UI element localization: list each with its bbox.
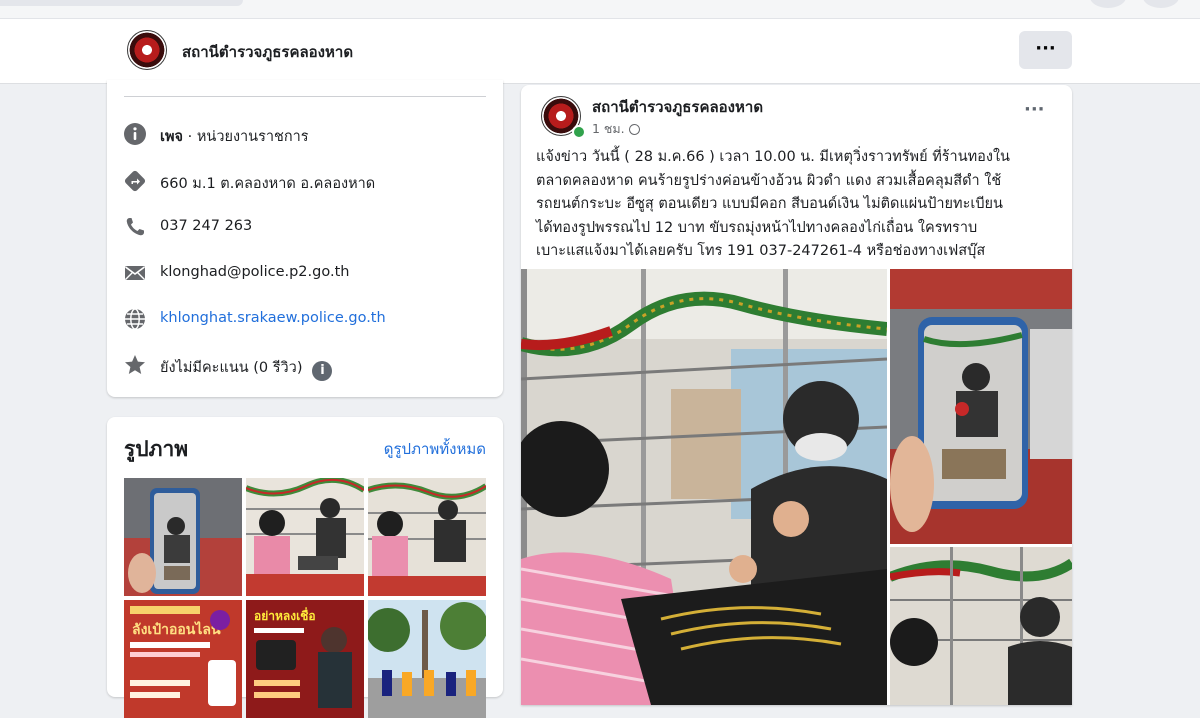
rating-text: ยังไม่มีคะแนน (0 รีวิว)	[160, 360, 303, 376]
post-photo-secondary[interactable]	[890, 269, 1072, 544]
email-row: klonghad@police.p2.go.th	[123, 260, 493, 286]
post-meta: 1 ชม.	[592, 119, 640, 139]
post-text-line: ตลาดคลองหาด คนร้ายรูปร่างค่อนข้างอ้วน ผิ…	[536, 172, 1002, 189]
website-row: khlonghat.srakaew.police.go.th	[123, 306, 493, 332]
page-header: สถานีตำรวจภูธรคลองหาด ···	[0, 19, 1200, 84]
intro-card: เพจ · หน่วยงานราชการ 660 ม.1 ต.คลองหาด อ…	[107, 80, 503, 397]
nav-button[interactable]	[1143, 0, 1179, 8]
star-icon	[123, 353, 147, 377]
photo-thumbnail[interactable]	[368, 478, 486, 596]
post-card: สถานีตำรวจภูธรคลองหาด 1 ชม. ··· แจ้งข่าว…	[521, 85, 1072, 705]
envelope-icon	[123, 261, 147, 285]
post-text: แจ้งข่าว วันนี้ ( 28 ม.ค.66 ) เวลา 10.00…	[536, 146, 1061, 264]
post-text-line: ได้ทองรูปพรรณไป 12 บาท ขับรถมุ่งหน้าไปทา…	[536, 219, 978, 236]
search-bar[interactable]	[0, 0, 243, 6]
photos-heading: รูปภาพ	[124, 437, 189, 461]
rating-row: ยังไม่มีคะแนน (0 รีวิว) i	[123, 352, 493, 381]
nav-button[interactable]	[1090, 0, 1126, 8]
post-options-button[interactable]: ···	[1024, 99, 1045, 120]
page-title[interactable]: สถานีตำรวจภูธรคลองหาด	[182, 40, 353, 64]
phone-row: 037 247 263	[123, 214, 493, 240]
category-label: เพจ	[160, 129, 184, 145]
post-text-line: เบาะแสแจ้งมาได้เลยครับ โทร 191 037-24726…	[536, 243, 986, 260]
poster-title: อย่าหลงเชื่อ	[254, 607, 316, 623]
poster-title: ลังเป๋าออนไลน์	[132, 620, 221, 638]
page-logo[interactable]	[127, 30, 167, 70]
photo-thumbnail[interactable]: อย่าหลงเชื่อ	[246, 600, 364, 718]
photo-thumbnail[interactable]: ลังเป๋าออนไลน์	[124, 600, 242, 718]
info-icon	[123, 122, 147, 146]
email-text[interactable]: klonghad@police.p2.go.th	[160, 264, 349, 280]
post-author-name[interactable]: สถานีตำรวจภูธรคลองหาด	[592, 95, 763, 119]
photo-thumbnail[interactable]	[246, 478, 364, 596]
see-all-photos-link[interactable]: ดูรูปภาพทั้งหมด	[384, 437, 486, 461]
photos-card: รูปภาพ ดูรูปภาพทั้งหมด ลังเป๋าออนไลน์ อย…	[107, 417, 503, 718]
globe-icon	[628, 124, 640, 135]
photo-thumbnail[interactable]	[124, 478, 242, 596]
category-value: · หน่วยงานราชการ	[183, 129, 309, 145]
post-timestamp[interactable]: 1 ชม.	[592, 121, 625, 136]
post-photo-main[interactable]	[521, 269, 887, 705]
phone-icon	[123, 215, 147, 239]
post-text-line: รถยนต์กระบะ อีซูสุ ตอนเดียว แบบมีคอก สีบ…	[536, 196, 1003, 213]
more-options-button[interactable]: ···	[1019, 31, 1072, 69]
top-navigation-bar	[0, 0, 1200, 19]
category-row: เพจ · หน่วยงานราชการ	[123, 121, 493, 147]
post-text-line: แจ้งข่าว วันนี้ ( 28 ม.ค.66 ) เวลา 10.00…	[536, 149, 1010, 165]
rating-info-icon[interactable]: i	[312, 361, 333, 381]
globe-icon	[123, 307, 147, 331]
post-photo-tertiary[interactable]	[890, 547, 1072, 705]
directions-icon	[123, 169, 147, 193]
phone-text[interactable]: 037 247 263	[160, 218, 252, 234]
online-status-dot	[572, 125, 586, 139]
website-link[interactable]: khlonghat.srakaew.police.go.th	[160, 310, 386, 326]
photo-thumbnail[interactable]	[368, 600, 486, 718]
divider	[124, 96, 486, 97]
address-text: 660 ม.1 ต.คลองหาด อ.คลองหาด	[160, 176, 376, 192]
address-row: 660 ม.1 ต.คลองหาด อ.คลองหาด	[123, 168, 493, 194]
